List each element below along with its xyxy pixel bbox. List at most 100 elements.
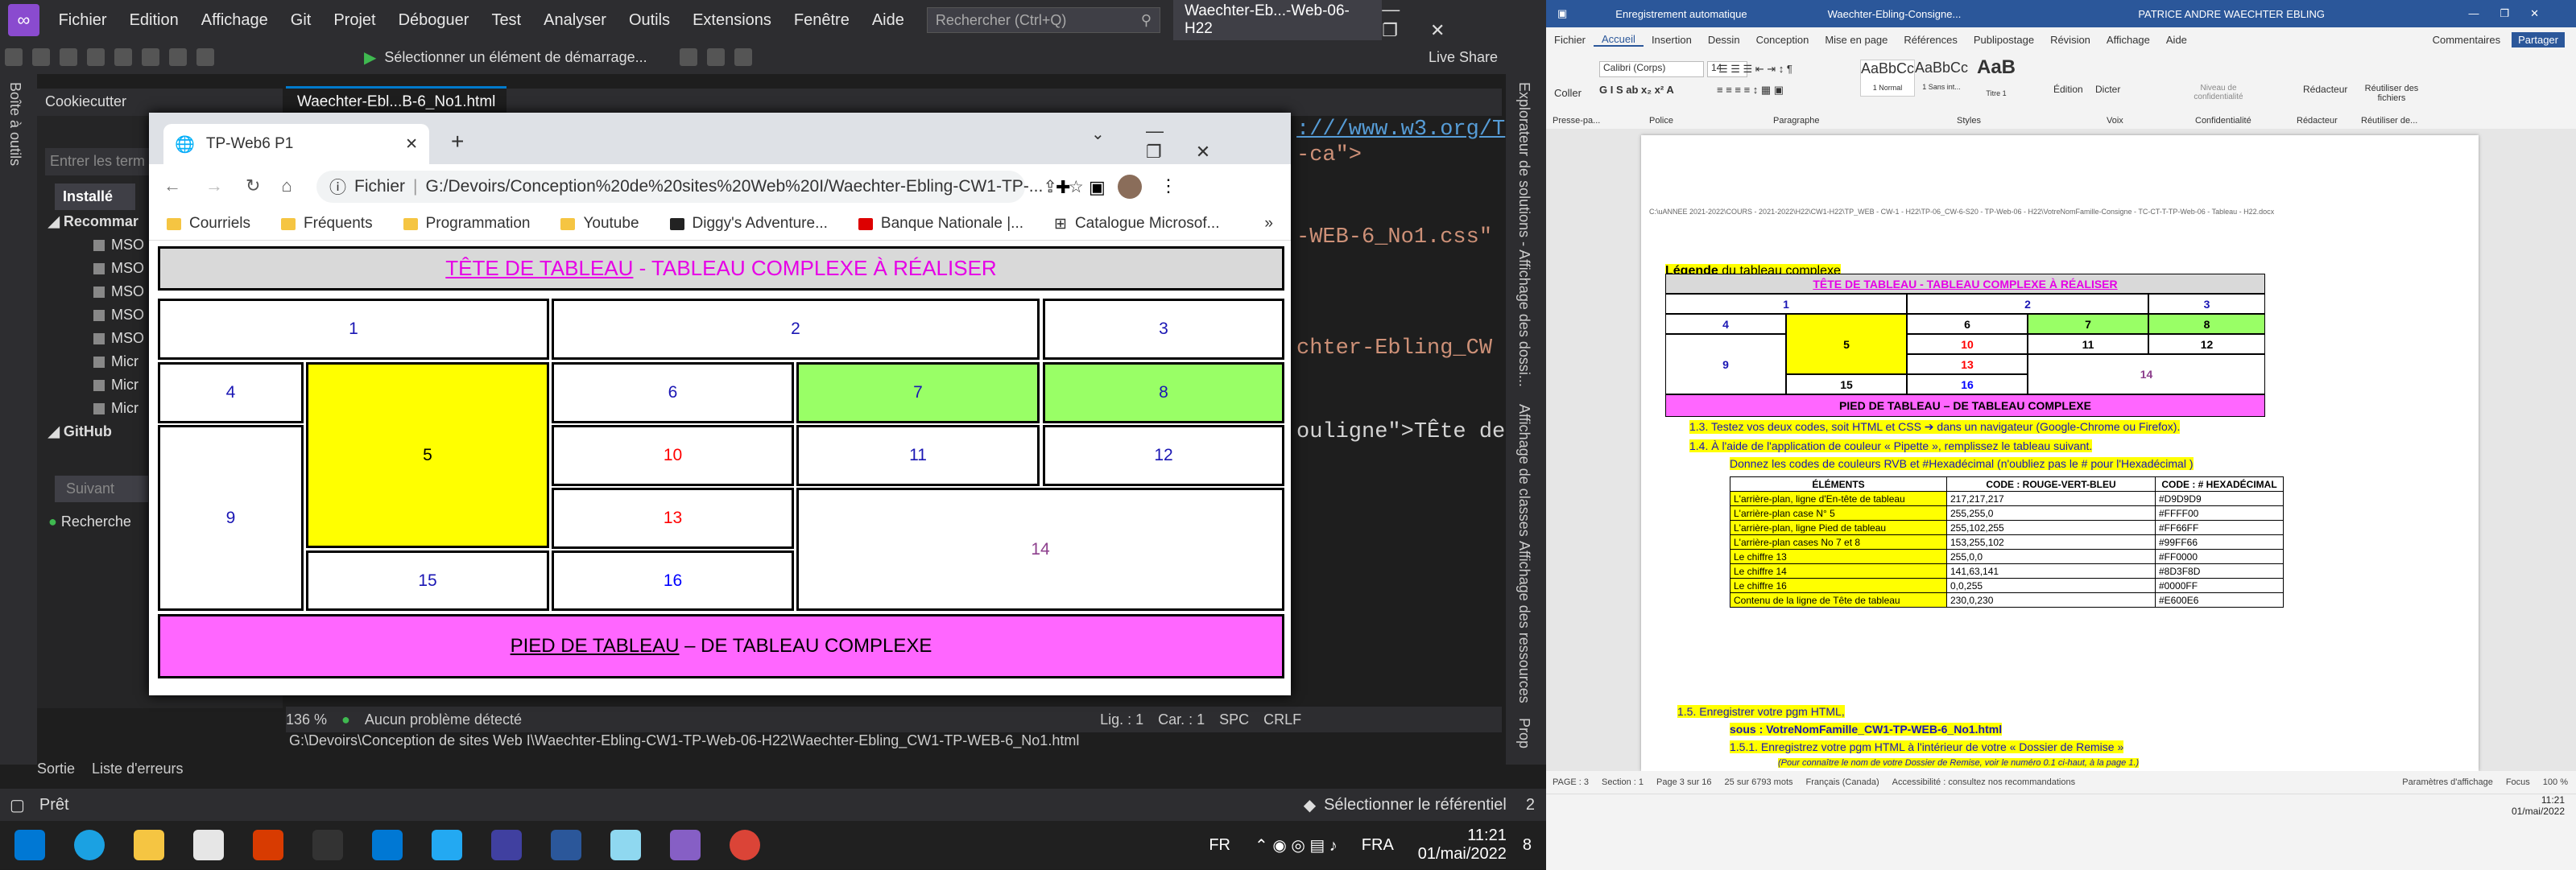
next-button[interactable]: Suivant: [55, 476, 148, 502]
startup-item-select[interactable]: Sélectionner un élément de démarrage...: [384, 49, 647, 66]
menu-git[interactable]: Git: [279, 11, 323, 30]
notification-badge[interactable]: 8: [1523, 836, 1532, 855]
error-list-tab[interactable]: Liste d'erreurs: [92, 761, 183, 777]
forward-icon[interactable]: →: [205, 175, 223, 196]
status-pages[interactable]: Page 3 sur 16: [1656, 777, 1712, 787]
windows-start-icon[interactable]: [14, 830, 45, 860]
word-tab[interactable]: Références: [1896, 34, 1965, 46]
visual-studio-icon[interactable]: [670, 830, 701, 860]
status-focus[interactable]: Focus: [2506, 777, 2530, 787]
solution-explorer-tab[interactable]: Explorateur de solutions - Affichage des…: [1515, 82, 1532, 387]
right-clock[interactable]: 11:21 01/mai/2022: [2512, 794, 2565, 817]
installed-tab[interactable]: Installé: [55, 183, 135, 210]
style-heading-1[interactable]: AaB Titre 1: [1970, 56, 2023, 97]
chrome-tab[interactable]: 🌐 TP-Web6 P1 ✕: [163, 124, 429, 164]
word-tab[interactable]: Révision: [2042, 34, 2098, 46]
refresh-icon[interactable]: [734, 48, 752, 66]
status-accessibility[interactable]: Accessibilité : consultez nos recommanda…: [1892, 777, 2075, 787]
menu-edition[interactable]: Edition: [118, 11, 190, 30]
output-tab[interactable]: Sortie: [37, 761, 75, 777]
menu-affichage[interactable]: Affichage: [190, 11, 279, 30]
store-icon[interactable]: [193, 830, 224, 860]
language-indicator[interactable]: FR: [1209, 836, 1230, 855]
new-project-icon[interactable]: [60, 48, 77, 66]
word-icon[interactable]: [551, 830, 581, 860]
vscode-icon[interactable]: [432, 830, 462, 860]
back-icon[interactable]: ←: [163, 175, 181, 196]
home-icon[interactable]: ⌂: [281, 175, 292, 196]
start-icon[interactable]: ▶: [364, 47, 376, 68]
word-user[interactable]: PATRICE ANDRE WAECHTER EBLING: [2138, 8, 2325, 20]
menu-outils[interactable]: Outils: [618, 11, 681, 30]
menu-fichier[interactable]: Fichier: [48, 11, 118, 30]
select-repo[interactable]: Sélectionner le référentiel: [1324, 796, 1507, 814]
properties-tab[interactable]: Prop: [1515, 718, 1532, 748]
status-display-settings[interactable]: Paramètres d'affichage: [2402, 777, 2493, 787]
app-icon[interactable]: [372, 830, 403, 860]
menu-test[interactable]: Test: [480, 11, 532, 30]
forward-icon[interactable]: [32, 48, 50, 66]
editing-button[interactable]: Édition: [2053, 84, 2083, 95]
window-controls[interactable]: —❐✕: [1382, 0, 1522, 41]
paste-button[interactable]: Coller: [1554, 87, 1582, 99]
new-tab-icon[interactable]: +: [451, 129, 464, 155]
word-page[interactable]: C:\uANNEE 2021-2022\COURS - 2021-2022\H2…: [1641, 135, 2479, 771]
word-tab[interactable]: Insertion: [1644, 34, 1700, 46]
share-button[interactable]: Partager: [2512, 31, 2565, 47]
vs-logo-icon[interactable]: ∞: [8, 4, 39, 36]
bookmark-programmation[interactable]: Programmation: [403, 215, 530, 233]
bookmark-star-icon[interactable]: ☆: [1069, 177, 1084, 197]
comments-button[interactable]: Commentaires: [2433, 34, 2501, 46]
bookmark-banque[interactable]: Banque Nationale |...: [858, 215, 1023, 233]
class-view-tab[interactable]: Affichage de classes: [1515, 404, 1532, 537]
chrome-icon[interactable]: [730, 830, 760, 860]
debug-icon[interactable]: [679, 48, 697, 66]
editor-tab-active[interactable]: Waechter-Ebl...B-6_No1.html: [286, 86, 507, 116]
extensions-icon[interactable]: ✚: [1056, 177, 1070, 198]
toolbox-tab[interactable]: Boîte à outils: [6, 82, 23, 166]
terminal-icon[interactable]: [312, 830, 343, 860]
paragraph-buttons[interactable]: ☰ ☰ ☰ ⇤ ⇥ ↕ ¶: [1718, 63, 1792, 76]
menu-extensions[interactable]: Extensions: [681, 11, 783, 30]
menu-deboguer[interactable]: Déboguer: [387, 11, 481, 30]
app-icon[interactable]: [610, 830, 641, 860]
dictate-button[interactable]: Dicter: [2095, 84, 2120, 95]
tab-search-icon[interactable]: ⌄: [1091, 124, 1105, 144]
menu-aide[interactable]: Aide: [861, 11, 916, 30]
word-tab-active[interactable]: Accueil: [1594, 33, 1644, 47]
close-tab-icon[interactable]: ✕: [405, 135, 418, 154]
edge-icon[interactable]: [74, 830, 105, 860]
undo-icon[interactable]: [169, 48, 187, 66]
vs-search-input[interactable]: Rechercher (Ctrl+Q) ⚲: [926, 7, 1161, 33]
font-name-select[interactable]: Calibri (Corps): [1599, 61, 1704, 77]
format-buttons[interactable]: G I S ab x₂ x² A: [1599, 84, 1674, 96]
open-icon[interactable]: [87, 48, 105, 66]
reload-icon[interactable]: ↻: [246, 175, 260, 196]
bookmark-catalogue[interactable]: ⊞ Catalogue Microsof...: [1054, 215, 1219, 233]
notification-badge[interactable]: 2: [1526, 796, 1535, 814]
office-icon[interactable]: [253, 830, 283, 860]
menu-projet[interactable]: Projet: [322, 11, 387, 30]
back-icon[interactable]: [5, 48, 23, 66]
word-tab[interactable]: Affichage: [2098, 34, 2158, 46]
status-language[interactable]: Français (Canada): [1806, 777, 1879, 787]
avatar[interactable]: [1118, 175, 1142, 199]
window-controls[interactable]: —❐✕: [2468, 7, 2560, 20]
address-bar[interactable]: ⓘ Fichier | G:/Devoirs/Conception%20de%2…: [316, 171, 1084, 203]
problems-status[interactable]: Aucun problème détecté: [365, 711, 522, 728]
word-tab[interactable]: Publipostage: [1966, 34, 2042, 46]
bookmark-diggy[interactable]: Diggy's Adventure...: [669, 215, 828, 233]
word-tab[interactable]: Aide: [2158, 34, 2195, 46]
resource-view-tab[interactable]: Affichage des ressources: [1515, 541, 1532, 703]
status-zoom[interactable]: 100 %: [2543, 777, 2568, 787]
more-bookmarks[interactable]: »: [1264, 215, 1273, 233]
bookmark-youtube[interactable]: Youtube: [560, 215, 639, 233]
save-all-icon[interactable]: [142, 48, 159, 66]
file-explorer-icon[interactable]: [134, 830, 164, 860]
menu-analyser[interactable]: Analyser: [532, 11, 618, 30]
menu-fenetre[interactable]: Fenêtre: [783, 11, 861, 30]
word-tab[interactable]: Mise en page: [1817, 34, 1896, 46]
status-words[interactable]: 25 sur 6793 mots: [1725, 777, 1793, 787]
save-icon[interactable]: [114, 48, 132, 66]
sensitivity-button[interactable]: Niveau de confidentialité: [2182, 84, 2255, 101]
